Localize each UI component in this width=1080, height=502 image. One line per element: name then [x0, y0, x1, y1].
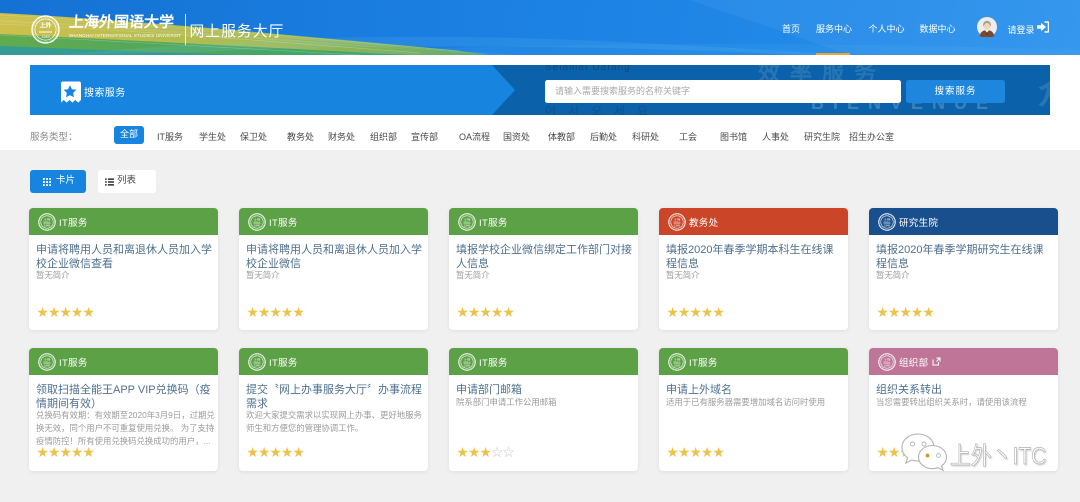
svg-text:上外: 上外 — [253, 357, 261, 362]
svg-text:上外: 上外 — [673, 217, 681, 222]
svg-text:1949: 1949 — [464, 223, 470, 227]
svg-text:1949: 1949 — [42, 35, 50, 39]
svg-text:上外: 上外 — [883, 357, 891, 362]
svg-text:上外: 上外 — [43, 217, 51, 222]
svg-text:1949: 1949 — [884, 363, 890, 367]
svg-text:1949: 1949 — [44, 363, 50, 367]
svg-text:上外: 上外 — [43, 357, 51, 362]
svg-text:上外: 上外 — [39, 22, 51, 30]
svg-text:1949: 1949 — [674, 223, 680, 227]
svg-text:上外: 上外 — [673, 357, 681, 362]
svg-text:上外: 上外 — [883, 217, 891, 222]
svg-text:1949: 1949 — [254, 363, 260, 367]
svg-text:1949: 1949 — [44, 223, 50, 227]
svg-text:1949: 1949 — [674, 363, 680, 367]
svg-text:1949: 1949 — [884, 223, 890, 227]
svg-text:1949: 1949 — [464, 363, 470, 367]
svg-text:上外: 上外 — [253, 217, 261, 222]
svg-text:1949: 1949 — [254, 223, 260, 227]
svg-text:上外: 上外 — [463, 217, 471, 222]
svg-text:上外: 上外 — [463, 357, 471, 362]
